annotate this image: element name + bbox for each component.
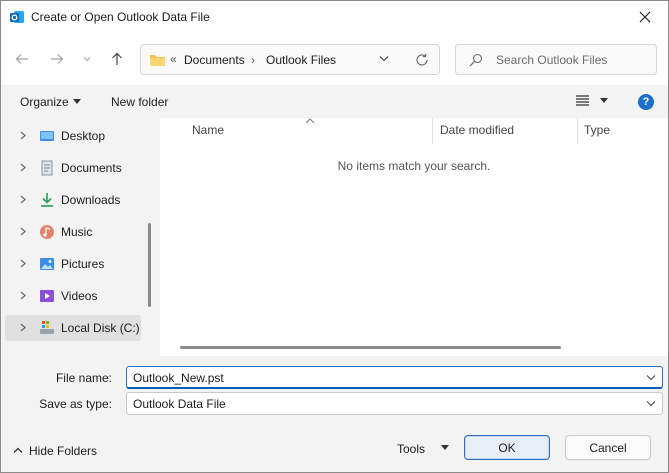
close-icon <box>639 11 651 23</box>
arrow-left-icon <box>15 54 28 64</box>
chevron-right-icon[interactable] <box>20 227 26 236</box>
navigation-bar: « Documents › Outlook Files Search Outlo… <box>1 33 668 85</box>
nav-item-label: Pictures <box>61 257 105 271</box>
view-list-icon[interactable] <box>576 95 589 106</box>
organize-button[interactable]: Organize <box>20 95 69 109</box>
tools-button[interactable]: Tools <box>397 442 425 456</box>
forward-button[interactable] <box>44 47 70 71</box>
command-bar: Organize New folder ? <box>1 85 668 118</box>
hide-folders-button[interactable]: Hide Folders <box>13 444 97 458</box>
nav-scrollbar[interactable] <box>148 223 151 307</box>
drive-icon <box>40 321 54 334</box>
save-options: File name: Outlook_New.pst Save as type:… <box>1 356 668 472</box>
cancel-button[interactable]: Cancel <box>565 435 651 460</box>
downloads-icon <box>41 193 53 207</box>
search-box[interactable]: Search Outlook Files <box>455 44 657 75</box>
ok-button[interactable]: OK <box>464 435 550 460</box>
empty-message: No items match your search. <box>337 159 491 173</box>
videos-icon <box>40 290 54 302</box>
up-button[interactable] <box>104 47 130 71</box>
file-name-value[interactable]: Outlook_New.pst <box>133 371 224 385</box>
file-name-label: File name: <box>55 371 112 385</box>
chevron-down-icon[interactable] <box>646 400 656 407</box>
chevron-right-icon[interactable] <box>20 291 26 300</box>
nav-item-label: Local Disk (C:) <box>61 321 140 335</box>
music-icon <box>40 225 54 239</box>
nav-item-label: Documents <box>61 161 122 175</box>
chevron-up-icon <box>13 447 23 453</box>
column-header-date-modified[interactable]: Date modified <box>440 123 514 137</box>
save-type-label: Save as type: <box>39 397 112 411</box>
nav-item-downloads[interactable]: Downloads <box>5 187 141 213</box>
title-bar: Create or Open Outlook Data File <box>1 1 668 33</box>
nav-item-label: Videos <box>61 289 98 303</box>
arrow-right-icon <box>51 54 64 64</box>
breadcrumb-overflow[interactable]: « <box>170 52 177 66</box>
recent-locations-button[interactable] <box>76 47 98 71</box>
folder-icon <box>150 55 165 66</box>
save-type-value[interactable]: Outlook Data File <box>133 397 226 411</box>
search-input[interactable]: Search Outlook Files <box>496 53 607 67</box>
arrow-up-icon <box>112 52 122 65</box>
caret-down-icon[interactable] <box>441 445 449 450</box>
chevron-down-icon[interactable] <box>646 374 656 381</box>
chevron-down-icon[interactable] <box>379 55 389 62</box>
nav-item-pictures[interactable]: Pictures <box>5 251 141 277</box>
close-button[interactable] <box>622 1 668 33</box>
desktop-icon <box>40 131 54 141</box>
new-folder-button[interactable]: New folder <box>111 95 168 109</box>
documents-icon <box>41 160 53 176</box>
nav-item-videos[interactable]: Videos <box>5 283 141 309</box>
address-bar[interactable]: « Documents › Outlook Files <box>140 44 440 75</box>
file-list: Name Date modified Type No items match y… <box>160 118 668 356</box>
file-name-field[interactable]: Outlook_New.pst <box>126 366 663 389</box>
nav-item-label: Music <box>61 225 93 239</box>
breadcrumb-documents[interactable]: Documents <box>184 53 245 67</box>
column-header-name[interactable]: Name <box>192 123 224 137</box>
chevron-right-icon[interactable] <box>20 323 26 332</box>
nav-item-desktop[interactable]: Desktop <box>5 123 141 149</box>
nav-item-music[interactable]: Music <box>5 219 141 245</box>
nav-item-local-disk[interactable]: Local Disk (C:) <box>5 315 141 341</box>
chevron-right-icon[interactable] <box>20 131 26 140</box>
search-icon <box>469 53 483 67</box>
save-dialog: Create or Open Outlook Data File « Docum… <box>0 0 669 473</box>
save-type-select[interactable]: Outlook Data File <box>126 392 663 415</box>
window-title: Create or Open Outlook Data File <box>31 10 210 24</box>
chevron-right-icon[interactable] <box>20 163 26 172</box>
navigation-pane: Desktop Documents Downloads Music Pictur… <box>1 118 157 356</box>
outlook-icon <box>10 11 24 23</box>
chevron-right-icon[interactable] <box>20 259 26 268</box>
chevron-right-icon[interactable] <box>20 195 26 204</box>
nav-item-label: Desktop <box>61 129 106 143</box>
column-divider[interactable] <box>577 118 578 144</box>
ok-label: OK <box>498 440 516 455</box>
chevron-down-icon <box>83 57 91 62</box>
nav-item-documents[interactable]: Documents <box>5 155 141 181</box>
column-header-type[interactable]: Type <box>584 123 610 137</box>
help-icon[interactable]: ? <box>638 94 654 110</box>
nav-item-label: Downloads <box>61 193 121 207</box>
breadcrumb-outlook-files[interactable]: Outlook Files <box>266 53 336 67</box>
pictures-icon <box>40 258 54 270</box>
caret-down-icon[interactable] <box>73 99 81 104</box>
hide-folders-label: Hide Folders <box>29 444 98 458</box>
back-button[interactable] <box>9 47 35 71</box>
sort-ascending-icon <box>305 118 315 124</box>
column-divider[interactable] <box>432 118 433 144</box>
breadcrumb-separator[interactable]: › <box>251 53 255 67</box>
cancel-label: Cancel <box>589 440 627 455</box>
horizontal-scrollbar[interactable] <box>180 346 561 349</box>
refresh-icon[interactable] <box>415 53 429 67</box>
caret-down-icon[interactable] <box>600 98 608 103</box>
